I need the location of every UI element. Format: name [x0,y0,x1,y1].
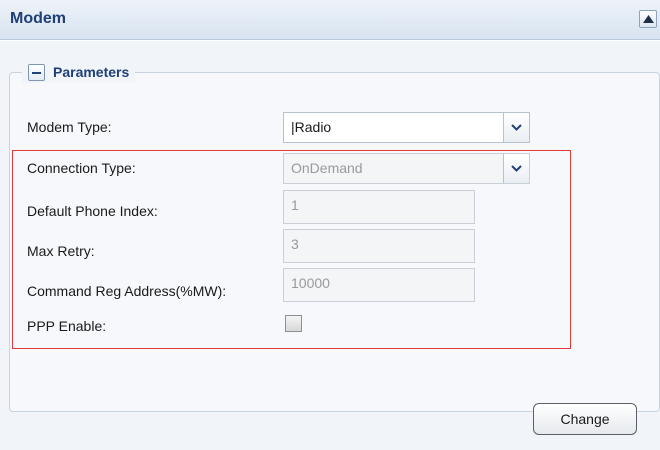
modem-type-value: |Radio [291,119,332,135]
connection-type-select[interactable]: OnDemand [283,153,530,184]
max-retry-input[interactable]: 3 [283,229,475,263]
parameters-legend: Parameters [22,61,136,83]
modem-panel: Modem Parameters Modem Type: |Radio Conn… [0,0,660,450]
change-button[interactable]: Change [533,403,637,435]
default-phone-index-input[interactable]: 1 [283,190,475,224]
modem-type-label: Modem Type: [27,119,112,135]
default-phone-index-label: Default Phone Index: [27,203,158,219]
connection-type-label: Connection Type: [27,160,136,176]
max-retry-value: 3 [291,236,299,252]
collapse-panel-button[interactable] [639,10,657,28]
chevron-down-icon [511,124,522,131]
connection-type-dropdown-button[interactable] [503,154,529,183]
modem-type-dropdown-button[interactable] [503,113,529,142]
ppp-enable-checkbox[interactable] [285,315,302,332]
chevron-down-icon [511,165,522,172]
command-reg-address-input[interactable]: 10000 [283,268,475,302]
ppp-enable-label: PPP Enable: [27,318,107,334]
command-reg-address-label: Command Reg Address(%MW): [27,283,227,299]
triangle-up-icon [643,15,654,23]
command-reg-address-value: 10000 [291,275,330,291]
parameters-title: Parameters [53,64,130,80]
panel-title-bar: Modem [0,0,660,40]
collapse-parameters-button[interactable] [28,63,45,81]
default-phone-index-value: 1 [291,197,299,213]
panel-title: Modem [10,10,66,27]
connection-type-value: OnDemand [291,160,363,176]
max-retry-label: Max Retry: [27,243,95,259]
modem-type-select[interactable]: |Radio [283,112,530,143]
